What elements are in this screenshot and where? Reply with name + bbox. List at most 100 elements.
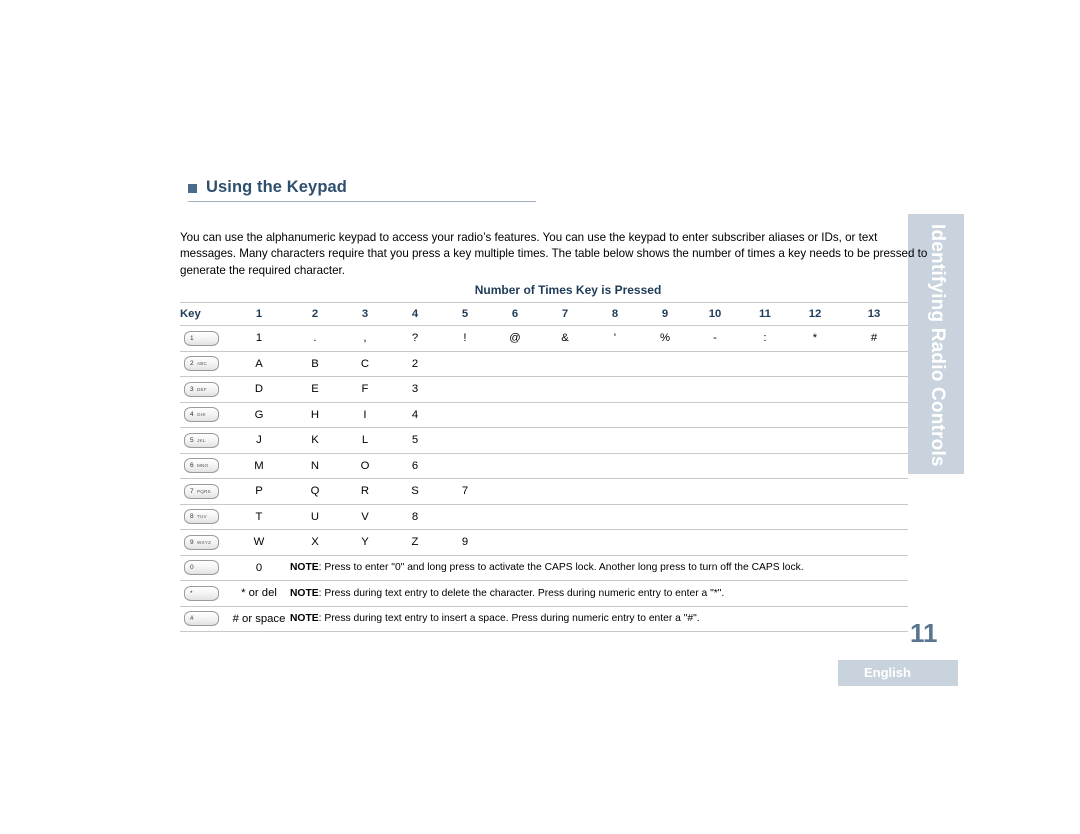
note-label: NOTE	[290, 587, 319, 599]
keypad-key-main-label: #	[190, 615, 194, 623]
table-header-col-11: 11	[740, 302, 790, 326]
keypad-key-cell: 2 ABC	[180, 350, 228, 377]
table-cell	[690, 427, 740, 453]
table-cell: W	[228, 529, 290, 555]
table-row: 1 1.,?! @ & '% -: * #	[180, 325, 909, 351]
table-cell	[590, 478, 640, 504]
table-cell	[690, 478, 740, 504]
keypad-key-icon: #	[184, 611, 219, 627]
table-cell	[490, 427, 540, 453]
table-cell: ?	[390, 325, 440, 351]
table-header-col-5: 5	[440, 302, 490, 326]
table-cell-note: NOTE: Press during text entry to delete …	[290, 580, 909, 606]
table-cell: R	[340, 478, 390, 504]
table-header-col-10: 10	[690, 302, 740, 326]
keypad-key-sub-label: JKL	[197, 437, 206, 443]
table-cell: G	[228, 401, 290, 428]
keypad-key-main-label: 6	[190, 462, 194, 470]
table-cell	[490, 478, 540, 504]
table-cell: B	[290, 350, 340, 377]
table-cell	[840, 350, 909, 377]
heading-divider	[188, 201, 536, 202]
table-cell	[640, 376, 690, 402]
table-header-col-3: 3	[340, 302, 390, 326]
keypad-key-main-label: 5	[190, 436, 194, 444]
table-cell: J	[228, 427, 290, 453]
table-cell: V	[340, 503, 390, 530]
table-header-col-2: 2	[290, 302, 340, 326]
keypad-key-main-label: 9	[190, 538, 194, 546]
table-span-header-row: Number of Times Key is Pressed	[180, 278, 908, 303]
table-span-header: Number of Times Key is Pressed	[474, 283, 662, 297]
table-cell	[790, 452, 840, 479]
table-cell: U	[290, 503, 340, 530]
language-badge: English	[838, 660, 958, 686]
table-cell	[490, 503, 540, 530]
table-cell: '	[590, 325, 640, 351]
table-cell-primary: # or space	[228, 605, 290, 632]
table-cell: :	[740, 325, 790, 351]
table-cell	[840, 529, 909, 555]
table-row: 6 MNO M N O 6	[180, 452, 909, 479]
table-cell: !	[440, 325, 490, 351]
keypad-key-icon: 6 MNO	[184, 458, 219, 474]
table-cell	[490, 350, 540, 377]
table-cell	[740, 401, 790, 428]
table-cell	[790, 478, 840, 504]
table-cell	[690, 376, 740, 402]
table-bottom-rule	[180, 631, 909, 632]
table-cell	[640, 427, 690, 453]
table-cell	[740, 452, 790, 479]
table-cell	[540, 503, 590, 530]
keypad-key-main-label: 2	[190, 360, 194, 368]
table-row: 8 TUV T U V 8	[180, 503, 909, 530]
table-cell	[590, 401, 640, 428]
language-badge-label: English	[864, 665, 911, 680]
table-cell	[840, 478, 909, 504]
table-cell: X	[290, 529, 340, 555]
table-cell	[840, 452, 909, 479]
keypad-key-cell: 8 TUV	[180, 503, 228, 530]
keypad-key-main-label: 1	[190, 334, 194, 342]
keypad-key-cell: 6 MNO	[180, 452, 228, 479]
table-cell	[590, 350, 640, 377]
table-row: * * or del NOTE: Press during text entry t…	[180, 580, 909, 606]
table-cell: I	[340, 401, 390, 428]
table-cell	[690, 401, 740, 428]
table-row: # # or space NOTE: Press during text entry…	[180, 605, 909, 632]
keypad-key-sub-label: MNO	[197, 463, 209, 469]
table-cell	[740, 427, 790, 453]
table-cell	[840, 376, 909, 402]
table-cell: %	[640, 325, 690, 351]
table-cell	[790, 503, 840, 530]
keypad-key-sub-label: ABC	[197, 361, 208, 367]
table-header-col-1: 1	[228, 302, 290, 326]
table-cell: N	[290, 452, 340, 479]
keypad-key-cell: 7 PQRS	[180, 478, 228, 504]
table-cell	[640, 350, 690, 377]
keypad-key-cell: 1	[180, 325, 228, 351]
keypad-key-main-label: 8	[190, 513, 194, 521]
table-cell	[540, 350, 590, 377]
keypad-key-cell: 3 DEF	[180, 376, 228, 402]
keypad-key-icon: *	[184, 585, 219, 601]
table-cell	[640, 478, 690, 504]
table-cell	[490, 401, 540, 428]
table-header-key: Key	[180, 302, 228, 326]
table-cell	[540, 529, 590, 555]
keypad-table-container: Number of Times Key is Pressed Key 1 2 3 4 5 6 7…	[180, 278, 909, 632]
table-cell: 5	[390, 427, 440, 453]
table-cell	[740, 350, 790, 377]
table-bottom-rule-cell	[180, 631, 909, 632]
keypad-key-main-label: 7	[190, 487, 194, 495]
page-title: Using the Keypad	[206, 178, 347, 196]
table-cell: A	[228, 350, 290, 377]
table-cell: .	[290, 325, 340, 351]
table-cell: Z	[390, 529, 440, 555]
table-cell	[690, 529, 740, 555]
table-cell	[690, 452, 740, 479]
table-cell: 6	[390, 452, 440, 479]
table-header-col-6: 6	[490, 302, 540, 326]
table-cell	[540, 376, 590, 402]
table-cell	[490, 452, 540, 479]
